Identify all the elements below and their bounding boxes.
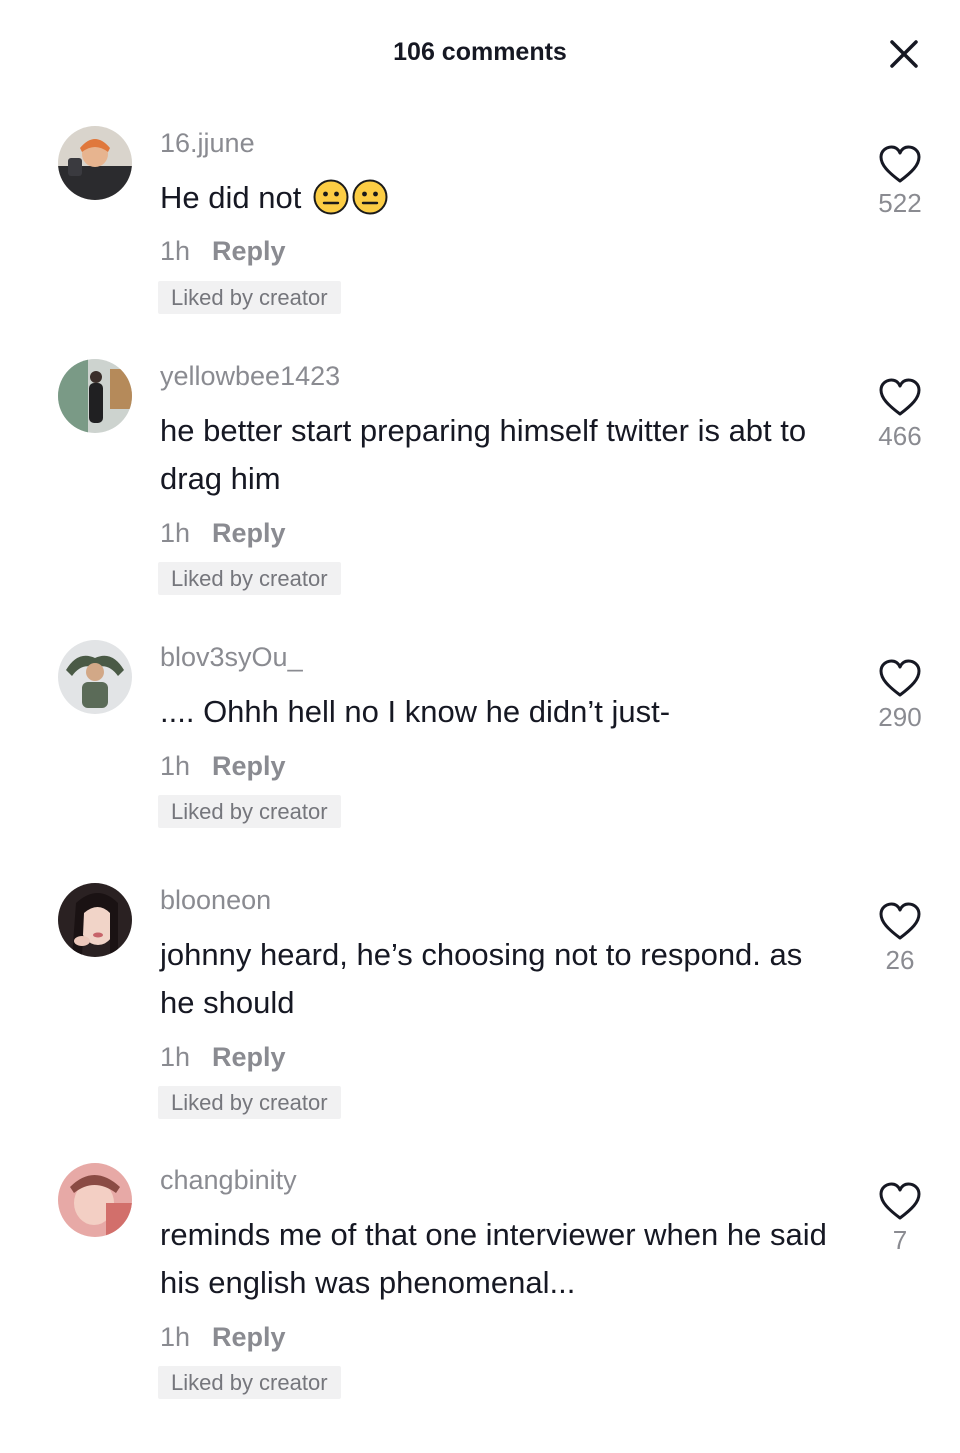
reply-button[interactable]: Reply: [212, 1040, 286, 1074]
comment-text: reminds me of that one interviewer when …: [160, 1217, 827, 1300]
heart-icon[interactable]: [878, 658, 922, 698]
heart-icon[interactable]: [878, 1181, 922, 1221]
reply-button[interactable]: Reply: [212, 749, 286, 783]
neutral-face-icon: [313, 179, 349, 215]
reply-button[interactable]: Reply: [212, 516, 286, 550]
avatar[interactable]: [58, 126, 132, 200]
reply-button[interactable]: Reply: [212, 234, 286, 268]
comment-text: he better start preparing himself twitte…: [160, 413, 807, 496]
comment-username[interactable]: blooneon: [160, 883, 271, 917]
comment-meta: 1h Reply: [160, 234, 286, 268]
comment-username[interactable]: yellowbee1423: [160, 359, 340, 393]
avatar[interactable]: [58, 1163, 132, 1237]
liked-by-creator-badge: Liked by creator: [158, 281, 341, 314]
comment-meta: 1h Reply: [160, 1040, 286, 1074]
comment-time: 1h: [160, 751, 191, 781]
like-count: 522: [878, 188, 922, 218]
heart-icon[interactable]: [878, 901, 922, 941]
comments-count-title: 106 comments: [393, 38, 567, 66]
comment-meta: 1h Reply: [160, 749, 286, 783]
comment-time: 1h: [160, 518, 191, 548]
avatar[interactable]: [58, 359, 132, 433]
comment-time: 1h: [160, 1042, 191, 1072]
like-control: 466: [860, 377, 940, 451]
comment-username[interactable]: 16.jjune: [160, 126, 255, 160]
like-count: 466: [878, 421, 922, 451]
like-control: 290: [860, 658, 940, 732]
like-count: 290: [878, 702, 922, 732]
comment-meta: 1h Reply: [160, 516, 286, 550]
like-control: 522: [860, 144, 940, 218]
comments-header: 106 comments: [0, 0, 960, 110]
avatar[interactable]: [58, 883, 132, 957]
like-count: 7: [892, 1225, 908, 1255]
comment-text: .... Ohhh hell no I know he didn’t just-: [160, 694, 671, 729]
comment-username[interactable]: blov3syOu_: [160, 640, 303, 674]
comment-text: He did not: [160, 174, 840, 222]
comment-meta: 1h Reply: [160, 1320, 286, 1354]
comment-username[interactable]: changbinity: [160, 1163, 297, 1197]
comment-time: 1h: [160, 1322, 191, 1352]
liked-by-creator-badge: Liked by creator: [158, 1366, 341, 1399]
close-button[interactable]: [882, 32, 926, 76]
comment-text: johnny heard, he’s choosing not to respo…: [160, 937, 803, 1020]
heart-icon[interactable]: [878, 144, 922, 184]
liked-by-creator-badge: Liked by creator: [158, 795, 341, 828]
comment-time: 1h: [160, 236, 191, 266]
reply-button[interactable]: Reply: [212, 1320, 286, 1354]
heart-icon[interactable]: [878, 377, 922, 417]
avatar[interactable]: [58, 640, 132, 714]
close-icon: [890, 40, 918, 68]
like-control: 7: [860, 1181, 940, 1255]
liked-by-creator-badge: Liked by creator: [158, 1086, 341, 1119]
like-control: 26: [860, 901, 940, 975]
like-count: 26: [885, 945, 915, 975]
neutral-face-icon: [352, 179, 388, 215]
liked-by-creator-badge: Liked by creator: [158, 562, 341, 595]
